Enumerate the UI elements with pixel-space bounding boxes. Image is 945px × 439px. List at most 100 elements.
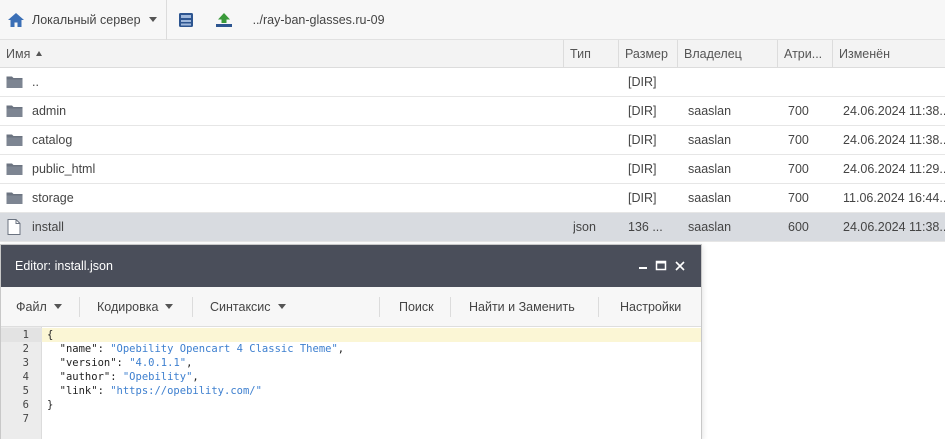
editor-window: Editor: install.json Файл Кодировка Синт… bbox=[0, 244, 702, 439]
line-number: 3 bbox=[22, 357, 29, 369]
file-modified: 11.06.2024 16:44... bbox=[843, 191, 945, 205]
file-type bbox=[573, 126, 617, 155]
line-number: 7 bbox=[22, 413, 29, 425]
file-attrs: 700 bbox=[788, 191, 809, 205]
file-attrs: 600 bbox=[788, 220, 809, 234]
file-type bbox=[573, 184, 617, 213]
menu-file-label: Файл bbox=[16, 300, 47, 314]
menu-separator bbox=[598, 297, 599, 317]
folder-icon bbox=[6, 134, 23, 146]
menu-syntax-label: Синтаксис bbox=[210, 300, 271, 314]
close-icon[interactable] bbox=[672, 258, 688, 274]
code-line-5: "link": "https://opebility.com/" bbox=[47, 384, 262, 398]
column-modified-label: Изменён bbox=[839, 47, 891, 61]
file-icon bbox=[7, 219, 21, 235]
file-type bbox=[573, 155, 617, 184]
code-editor[interactable]: 1 2 3 4 5 6 7 { "name": "Opebility Openc… bbox=[1, 327, 701, 439]
code-key: "version": bbox=[47, 357, 130, 369]
home-server-icon bbox=[8, 12, 24, 27]
line-number-gutter: 1 2 3 4 5 6 7 bbox=[1, 327, 42, 439]
code-key: "author": bbox=[47, 371, 123, 383]
file-row-install-selected[interactable]: install json 136 ... saaslan 600 24.06.2… bbox=[0, 213, 945, 242]
column-header-attrs[interactable]: Атри... bbox=[778, 40, 833, 68]
folder-icon bbox=[6, 192, 23, 204]
folder-icon bbox=[6, 76, 23, 88]
file-name: .. bbox=[32, 75, 39, 89]
menu-separator bbox=[379, 297, 380, 317]
file-row-storage[interactable]: storage [DIR] saaslan 700 11.06.2024 16:… bbox=[0, 184, 945, 213]
folder-icon bbox=[6, 163, 23, 175]
line-number: 2 bbox=[22, 343, 29, 355]
line-number: 1 bbox=[22, 329, 29, 341]
file-size: [DIR] bbox=[628, 191, 657, 205]
file-row-parent[interactable]: .. [DIR] bbox=[0, 68, 945, 97]
file-owner: saaslan bbox=[688, 220, 732, 234]
column-header-modified[interactable]: Изменён bbox=[833, 40, 945, 68]
file-size: 136 ... bbox=[628, 220, 663, 234]
chevron-down-icon bbox=[277, 304, 286, 309]
column-owner-label: Владелец bbox=[684, 47, 742, 61]
menu-search[interactable]: Поиск bbox=[399, 287, 434, 327]
line-number: 4 bbox=[22, 371, 29, 383]
code-string: "Opebility" bbox=[122, 371, 193, 383]
server-storage-button[interactable] bbox=[167, 0, 205, 40]
editor-title: Editor: install.json bbox=[15, 259, 113, 273]
file-owner bbox=[688, 68, 774, 97]
code-punct: , bbox=[186, 357, 193, 369]
menu-encoding-label: Кодировка bbox=[97, 300, 159, 314]
column-header-owner[interactable]: Владелец bbox=[678, 40, 778, 68]
menu-separator bbox=[79, 297, 80, 317]
column-header-size[interactable]: Размер bbox=[619, 40, 678, 68]
editor-titlebar[interactable]: Editor: install.json bbox=[1, 245, 701, 287]
menu-find-replace[interactable]: Найти и Заменить bbox=[469, 287, 575, 327]
code-text: { bbox=[47, 329, 54, 341]
file-owner: saaslan bbox=[688, 191, 732, 205]
file-owner: saaslan bbox=[688, 133, 732, 147]
menu-separator bbox=[192, 297, 193, 317]
code-line-4: "author": "Opebility", bbox=[47, 370, 199, 384]
file-size: [DIR] bbox=[628, 104, 657, 118]
code-string: "Opebility Opencart 4 Classic Theme" bbox=[110, 343, 338, 355]
minimize-icon[interactable] bbox=[635, 258, 651, 274]
upload-button[interactable] bbox=[205, 0, 243, 40]
file-attrs bbox=[788, 68, 828, 97]
menu-file[interactable]: Файл bbox=[16, 287, 62, 327]
chevron-down-icon bbox=[148, 17, 157, 22]
column-type-label: Тип bbox=[570, 47, 591, 61]
code-key: "link": bbox=[47, 385, 111, 397]
line-number: 5 bbox=[22, 385, 29, 397]
column-header-name[interactable]: Имя bbox=[0, 40, 564, 68]
chevron-down-icon bbox=[165, 304, 174, 309]
file-row-catalog[interactable]: catalog [DIR] saaslan 700 24.06.2024 11:… bbox=[0, 126, 945, 155]
file-owner: saaslan bbox=[688, 162, 732, 176]
maximize-icon[interactable] bbox=[653, 258, 669, 274]
file-row-admin[interactable]: admin [DIR] saaslan 700 24.06.2024 11:38… bbox=[0, 97, 945, 126]
file-modified: 24.06.2024 11:38... bbox=[843, 133, 945, 147]
file-size: [DIR] bbox=[628, 162, 657, 176]
file-modified: 24.06.2024 11:38... bbox=[843, 220, 945, 234]
file-row-public-html[interactable]: public_html [DIR] saaslan 700 24.06.2024… bbox=[0, 155, 945, 184]
file-type: json bbox=[573, 220, 596, 234]
chevron-down-icon bbox=[53, 304, 62, 309]
menu-settings[interactable]: Настройки bbox=[620, 287, 681, 327]
folder-icon bbox=[6, 105, 23, 117]
menu-syntax[interactable]: Синтаксис bbox=[210, 287, 286, 327]
file-list: .. [DIR] admin [DIR] saaslan 700 24.06.2… bbox=[0, 68, 945, 242]
file-modified: 24.06.2024 11:29... bbox=[843, 162, 945, 176]
code-string: "4.0.1.1" bbox=[129, 357, 187, 369]
server-selector[interactable]: Локальный сервер bbox=[0, 0, 167, 40]
current-path: ../ray-ban-glasses.ru-09 bbox=[252, 12, 385, 27]
menu-encoding[interactable]: Кодировка bbox=[97, 287, 174, 327]
file-name: storage bbox=[32, 191, 74, 205]
code-punct: , bbox=[192, 371, 199, 383]
code-punct: , bbox=[337, 343, 345, 355]
column-header-type[interactable]: Тип bbox=[564, 40, 619, 68]
file-attrs: 700 bbox=[788, 162, 809, 176]
menu-separator bbox=[450, 297, 451, 317]
file-modified: 24.06.2024 11:38... bbox=[843, 104, 945, 118]
file-attrs: 700 bbox=[788, 104, 809, 118]
file-modified bbox=[843, 68, 945, 97]
server-label: Локальный сервер bbox=[32, 12, 141, 27]
disk-icon bbox=[178, 12, 193, 27]
file-name: public_html bbox=[32, 162, 96, 176]
